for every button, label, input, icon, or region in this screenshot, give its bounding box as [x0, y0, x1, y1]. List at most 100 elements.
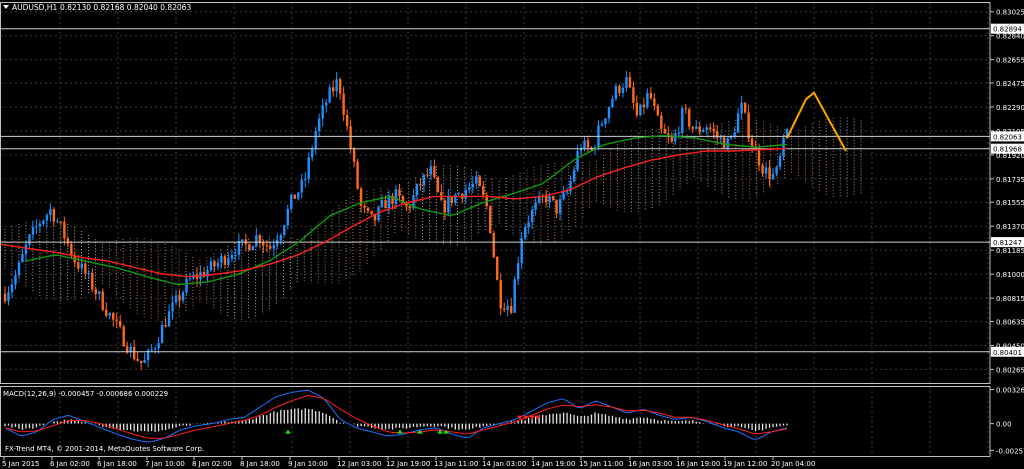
candle-body [743, 102, 747, 113]
candle-body [317, 118, 321, 132]
candle-body [705, 127, 708, 130]
time-axis-label: 16 Jan 19:00 [676, 460, 720, 468]
candle-body [646, 92, 649, 108]
candle-body [297, 192, 300, 199]
candle-body [422, 174, 426, 186]
macd-signal-line [4, 394, 788, 439]
candle-body [269, 246, 272, 249]
chart-symbol-title: AUDUSD,H1 [12, 3, 57, 12]
time-axis-label: 5 Jan 2015 [2, 460, 40, 468]
candle-body [171, 302, 174, 312]
candle-body [167, 311, 171, 327]
candle-body [153, 348, 157, 350]
candle-body [251, 245, 255, 251]
time-axis-label: 6 Jan 02:00 [50, 460, 90, 468]
candle-body [506, 306, 509, 310]
price-axis-label: 0.80450 [996, 342, 1024, 350]
candle-body [726, 138, 729, 149]
candle-body [639, 104, 642, 116]
macd-up-arrow-icon [397, 429, 403, 434]
candle-body [604, 118, 607, 124]
candle-body [220, 256, 223, 263]
candle-body [489, 205, 492, 234]
candle-body [14, 275, 17, 285]
candle-body [321, 105, 324, 119]
candle-body [328, 87, 331, 103]
ohlc-values: 0.82130 0.82168 0.82040 0.82063 [60, 3, 191, 12]
candle-body [28, 234, 31, 245]
candle-body [429, 166, 433, 175]
candle-body [216, 262, 220, 267]
candle-body [684, 108, 687, 110]
price-axis-label: 0.82840 [996, 33, 1024, 41]
candle-body [181, 292, 185, 301]
price-chart[interactable]: 0.828940.820630.819680.812470.80401 0.83… [0, 0, 1024, 469]
candle-body [611, 98, 614, 108]
candle-body [632, 87, 635, 103]
candle-body [558, 199, 562, 214]
candle-body [702, 129, 705, 132]
candle-body [443, 200, 447, 213]
candle-body [331, 87, 335, 92]
price-axis-label: 0.81555 [996, 199, 1024, 207]
time-axis-label: 9 Jan 10:00 [288, 460, 328, 468]
candle-body [586, 140, 590, 148]
price-axis-label: 0.80265 [996, 366, 1024, 374]
candle-body [457, 193, 461, 195]
time-axis: 5 Jan 2015 6 Jan 02:00 6 Jan 18:00 7 Jan 10… [2, 456, 815, 468]
candle-body [108, 313, 111, 316]
time-axis-label: 13 Jan 11:00 [434, 460, 478, 468]
price-axis-label: 0.81920 [996, 152, 1024, 160]
candle-body [408, 206, 412, 209]
candle-body [628, 77, 632, 88]
macd-axis-label: 0.00 [996, 421, 1012, 429]
candle-body [311, 148, 314, 158]
candle-body [688, 109, 691, 127]
candle-body [768, 167, 771, 179]
candle-body [234, 254, 237, 256]
candle-body [63, 221, 66, 239]
candle-body [384, 200, 387, 209]
candle-body [778, 156, 782, 167]
candle-body [49, 209, 52, 216]
candle-body [551, 196, 555, 200]
candle-body [241, 239, 244, 241]
price-axis-label: 0.81000 [996, 271, 1024, 279]
triangle-down-icon[interactable] [3, 5, 9, 9]
candle-body [38, 223, 42, 227]
candle-body [492, 233, 495, 257]
candle-body [209, 261, 213, 271]
candle-body [750, 138, 754, 147]
candle-body [286, 208, 289, 226]
candle-body [31, 226, 35, 235]
candle-body [84, 263, 87, 274]
price-axis-label: 0.80635 [996, 318, 1024, 326]
candle-body [698, 126, 701, 132]
candle-body [122, 326, 125, 347]
candle-body [276, 240, 279, 246]
candle-body [527, 222, 530, 228]
candle-body [764, 167, 768, 174]
candle-body [548, 196, 551, 203]
candle-body [366, 207, 370, 211]
candle-body [178, 295, 181, 301]
candle-body [10, 284, 14, 293]
candle-body [265, 245, 269, 247]
candle-body [656, 105, 660, 116]
candle-body [338, 79, 342, 94]
price-axis-label: 0.82105 [996, 128, 1024, 136]
candle-body [565, 191, 569, 193]
candle-body [447, 196, 450, 213]
candle-body [105, 309, 108, 316]
candle-body [279, 235, 282, 241]
price-level-label: 0.81247 [993, 239, 1022, 247]
candle-body [534, 202, 537, 210]
time-axis-label: 8 Jan 02:00 [192, 460, 232, 468]
candle-body [324, 102, 328, 106]
candle-body [663, 128, 667, 134]
ichimoku-cloud [4, 117, 862, 322]
candle-body [649, 92, 653, 99]
candle-body [482, 186, 485, 196]
candle-body [653, 98, 656, 106]
candle-body [496, 256, 499, 281]
